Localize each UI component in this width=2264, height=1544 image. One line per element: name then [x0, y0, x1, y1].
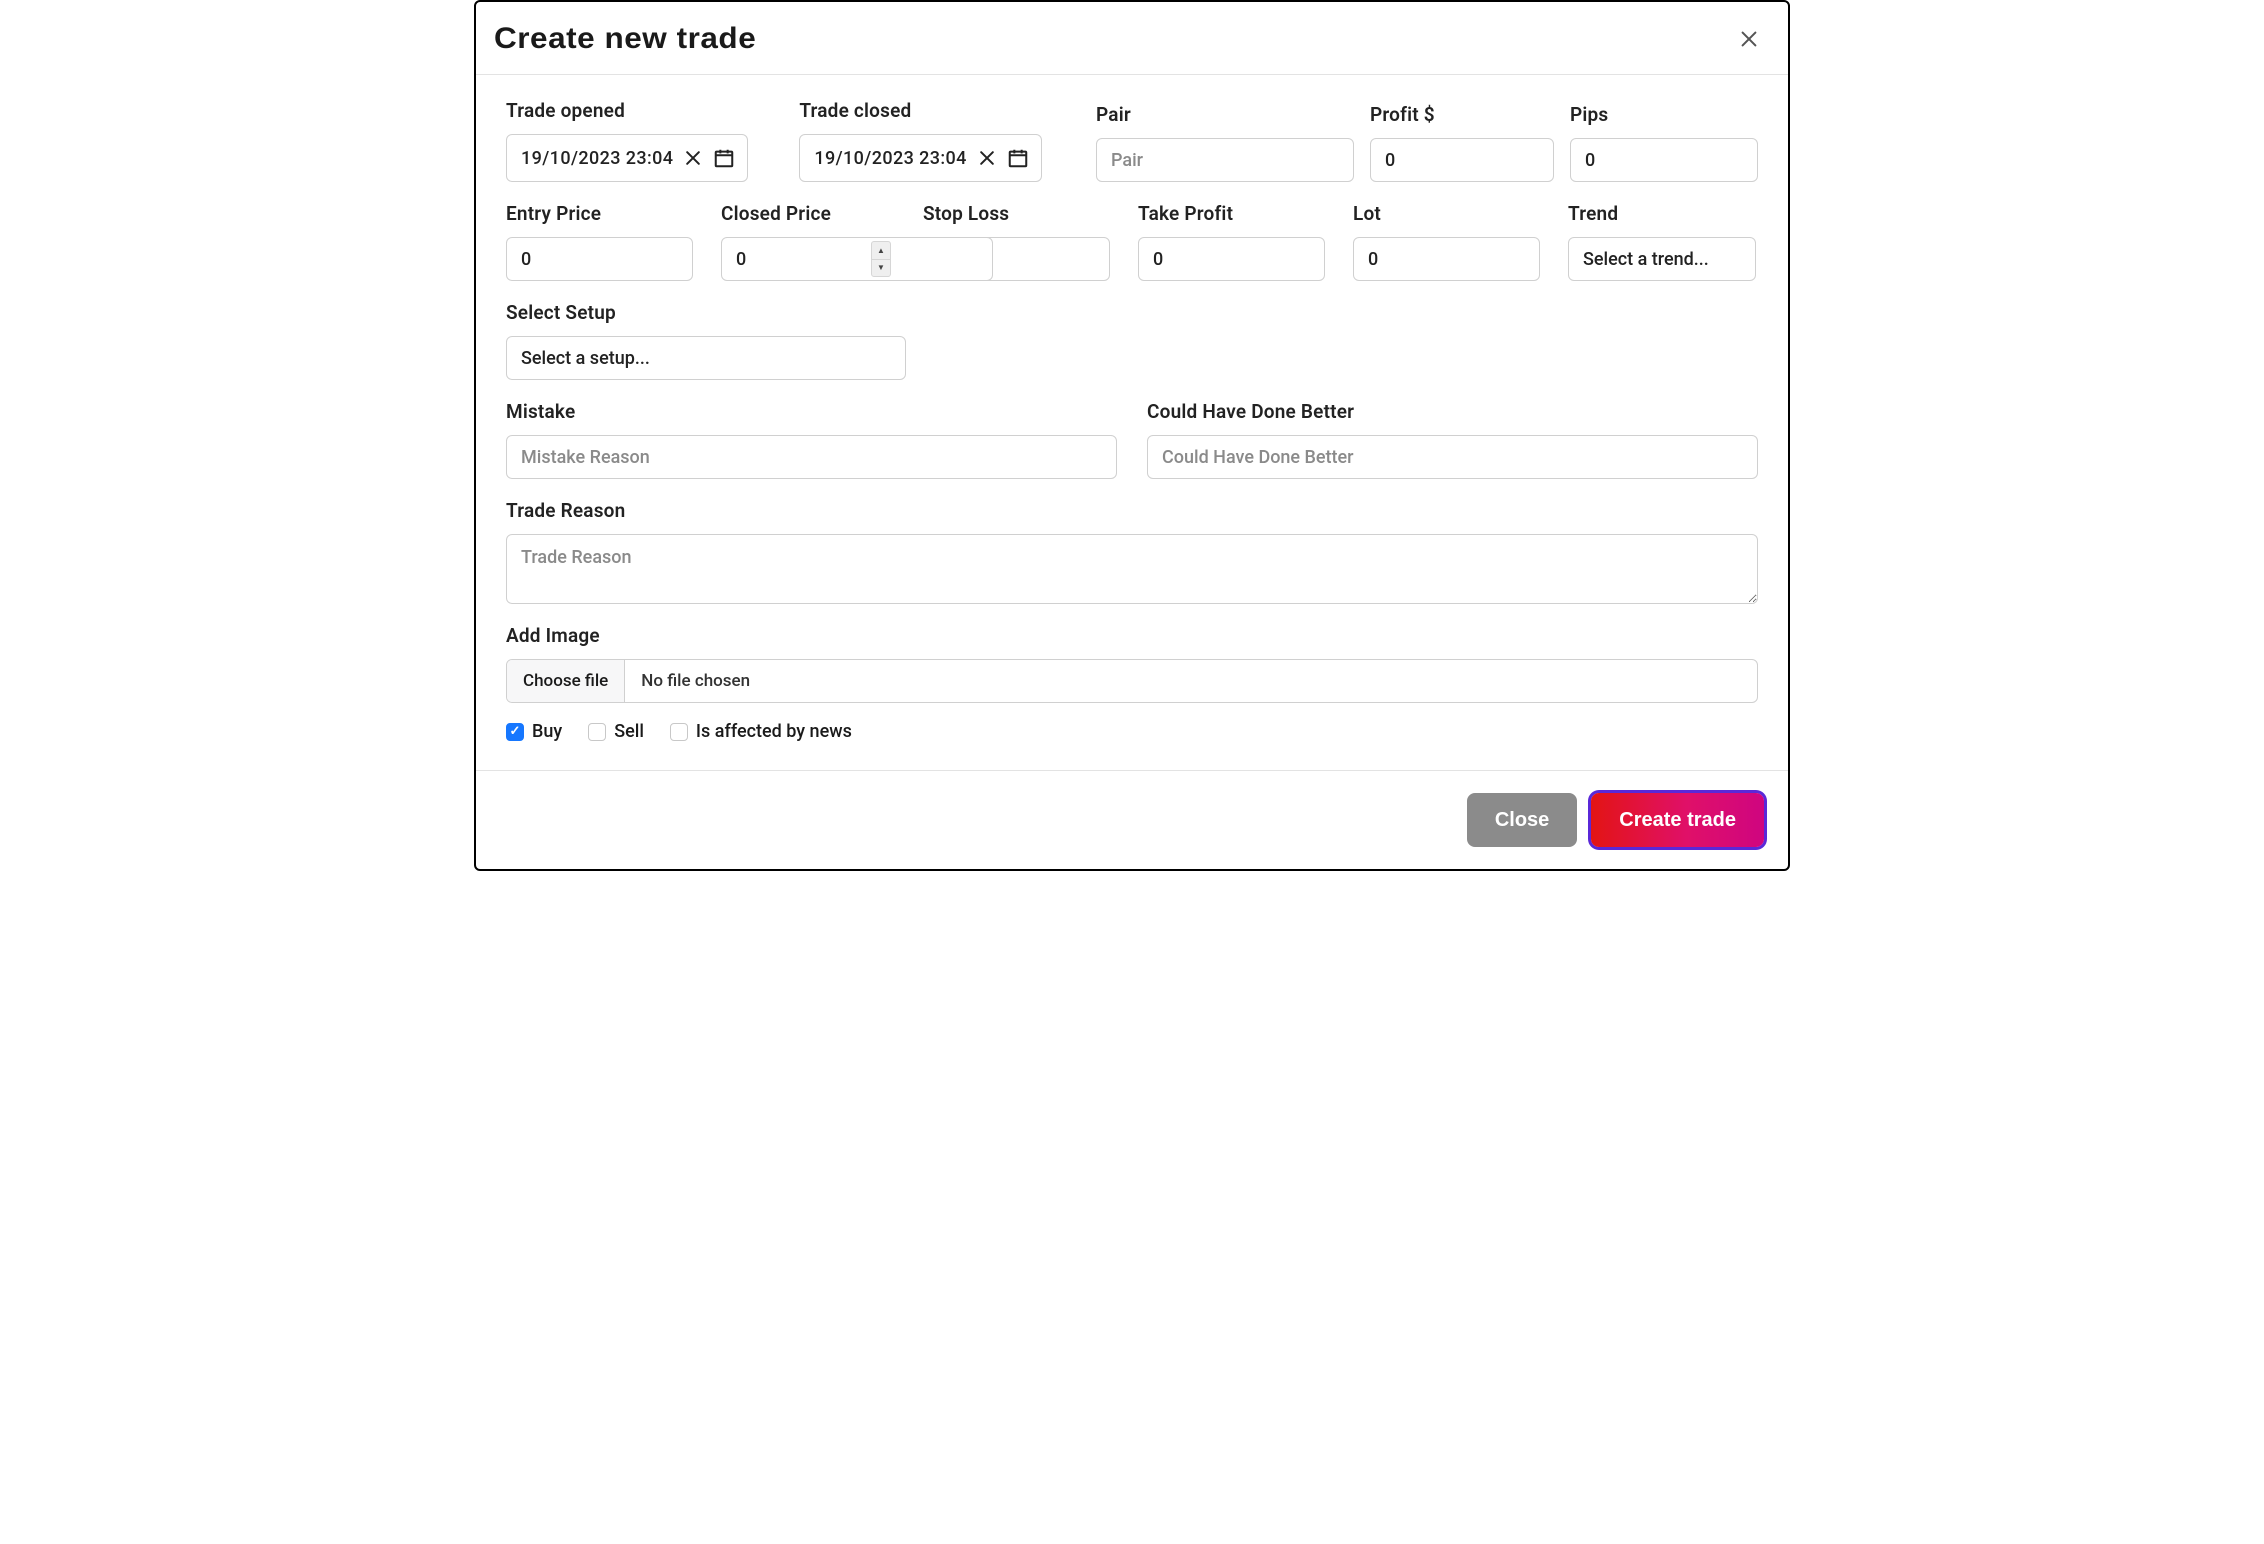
clear-icon[interactable]: [683, 148, 703, 168]
row-image: Add Image Choose file No file chosen: [506, 624, 1758, 703]
label-entry-price: Entry Price: [506, 202, 693, 225]
calendar-icon[interactable]: [1007, 147, 1029, 169]
number-spinner[interactable]: ▲ ▼: [871, 241, 891, 277]
checkbox-icon: [670, 723, 688, 741]
calendar-icon[interactable]: [713, 147, 735, 169]
setup-placeholder: Select a setup...: [521, 348, 650, 369]
pips-input[interactable]: [1570, 138, 1758, 182]
field-setup: Select Setup Select a setup...: [506, 301, 906, 380]
close-button[interactable]: Close: [1467, 793, 1577, 847]
label-profit: Profit $: [1370, 103, 1554, 126]
better-input[interactable]: [1147, 435, 1758, 479]
trade-closed-input[interactable]: 19/10/2023 23:04: [799, 134, 1041, 182]
label-trade-opened: Trade opened: [506, 99, 748, 122]
take-profit-input[interactable]: [1138, 237, 1325, 281]
trend-placeholder: Select a trend...: [1583, 249, 1709, 270]
reason-textarea[interactable]: [506, 534, 1758, 604]
checkbox-news-label: Is affected by news: [696, 721, 852, 742]
spinner-up-icon[interactable]: ▲: [872, 242, 890, 260]
checkbox-news[interactable]: Is affected by news: [670, 721, 852, 742]
label-pips: Pips: [1570, 103, 1758, 126]
row-checkboxes: Buy Sell Is affected by news: [506, 721, 1758, 742]
checkbox-buy[interactable]: Buy: [506, 721, 562, 742]
field-take-profit: Take Profit: [1138, 202, 1325, 281]
file-status-text: No file chosen: [625, 660, 766, 702]
checkbox-icon: [506, 723, 524, 741]
checkbox-icon: [588, 723, 606, 741]
field-entry-price: Entry Price: [506, 202, 693, 281]
clear-icon[interactable]: [977, 148, 997, 168]
checkbox-buy-label: Buy: [532, 721, 562, 742]
field-closed-price: Closed Price ▲ ▼: [721, 202, 895, 281]
field-pair: Pair: [1096, 103, 1354, 182]
lot-input[interactable]: [1353, 237, 1540, 281]
row-dates-pair: Trade opened 19/10/2023 23:04 Trade clos…: [506, 99, 1758, 182]
label-better: Could Have Done Better: [1147, 400, 1758, 423]
label-trend: Trend: [1568, 202, 1756, 225]
row-setup: Select Setup Select a setup...: [506, 301, 1758, 380]
field-image: Add Image Choose file No file chosen: [506, 624, 1758, 703]
label-trade-closed: Trade closed: [799, 99, 1041, 122]
row-prices: Entry Price Closed Price ▲ ▼ Stop Loss T…: [506, 202, 1758, 281]
create-trade-button[interactable]: Create trade: [1591, 793, 1764, 847]
trade-closed-value: 19/10/2023 23:04: [814, 148, 966, 169]
label-setup: Select Setup: [506, 301, 906, 324]
entry-price-input[interactable]: [506, 237, 693, 281]
row-mistake-better: Mistake Could Have Done Better: [506, 400, 1758, 479]
field-lot: Lot: [1353, 202, 1540, 281]
label-mistake: Mistake: [506, 400, 1117, 423]
field-trade-closed: Trade closed 19/10/2023 23:04: [799, 99, 1041, 182]
setup-select[interactable]: Select a setup...: [506, 336, 906, 380]
spinner-down-icon[interactable]: ▼: [872, 260, 890, 277]
checkbox-sell-label: Sell: [614, 721, 644, 742]
profit-input[interactable]: [1370, 138, 1554, 182]
field-trade-opened: Trade opened 19/10/2023 23:04: [506, 99, 748, 182]
file-input[interactable]: Choose file No file chosen: [506, 659, 1758, 703]
modal-body: Trade opened 19/10/2023 23:04 Trade clos…: [476, 75, 1788, 770]
label-pair: Pair: [1096, 103, 1354, 126]
pair-input[interactable]: [1096, 138, 1354, 182]
modal-header: Create new trade: [476, 2, 1788, 75]
modal-title: Create new trade: [494, 22, 756, 56]
close-icon[interactable]: [1738, 28, 1760, 50]
mistake-input[interactable]: [506, 435, 1117, 479]
field-mistake: Mistake: [506, 400, 1117, 479]
label-take-profit: Take Profit: [1138, 202, 1325, 225]
create-trade-modal: Create new trade Trade opened 19/10/2023…: [474, 0, 1790, 871]
trade-opened-input[interactable]: 19/10/2023 23:04: [506, 134, 748, 182]
row-reason: Trade Reason: [506, 499, 1758, 604]
modal-footer: Close Create trade: [476, 770, 1788, 869]
choose-file-button[interactable]: Choose file: [507, 660, 625, 702]
label-image: Add Image: [506, 624, 1758, 647]
label-reason: Trade Reason: [506, 499, 1758, 522]
field-better: Could Have Done Better: [1147, 400, 1758, 479]
label-closed-price: Closed Price: [721, 202, 895, 225]
checkbox-sell[interactable]: Sell: [588, 721, 644, 742]
label-stop-loss: Stop Loss: [923, 202, 1110, 225]
field-pips: Pips: [1570, 103, 1758, 182]
trade-opened-value: 19/10/2023 23:04: [521, 148, 673, 169]
label-lot: Lot: [1353, 202, 1540, 225]
field-reason: Trade Reason: [506, 499, 1758, 604]
field-profit: Profit $: [1370, 103, 1554, 182]
closed-price-input[interactable]: [721, 237, 993, 281]
field-trend: Trend Select a trend...: [1568, 202, 1756, 281]
trend-select[interactable]: Select a trend...: [1568, 237, 1756, 281]
